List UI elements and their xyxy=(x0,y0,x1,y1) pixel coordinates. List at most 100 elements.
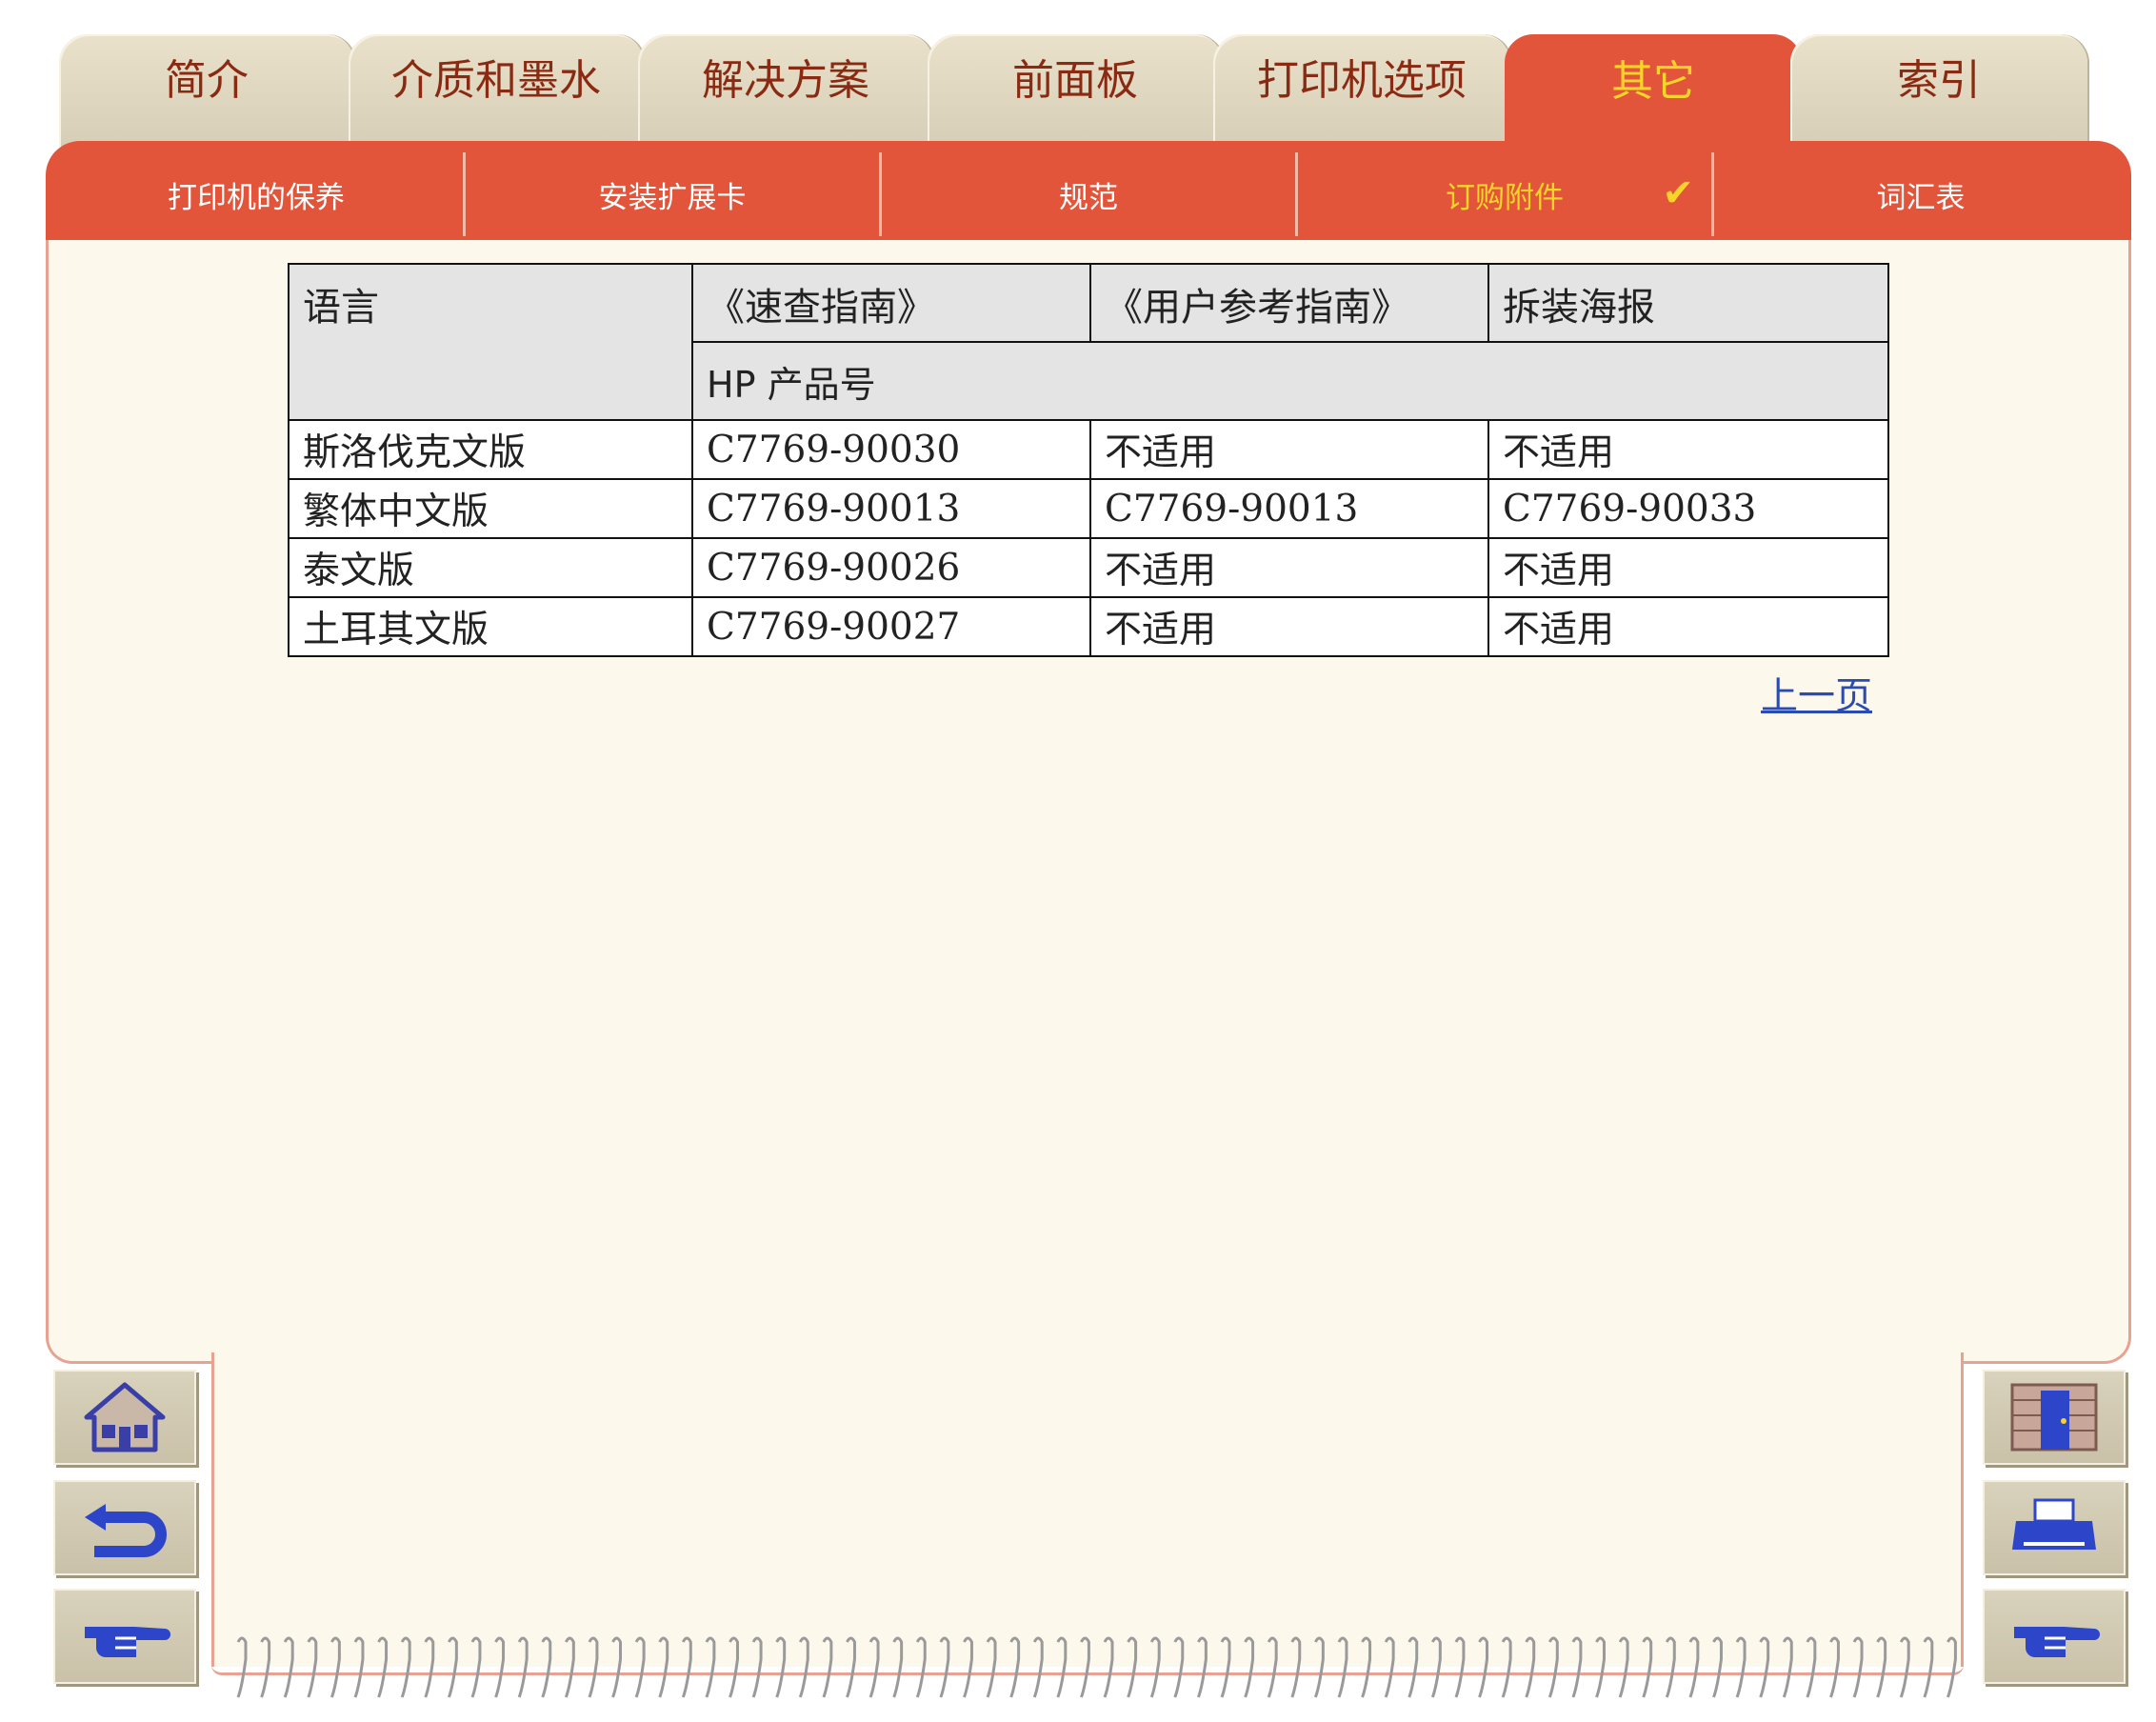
spiral-ring xyxy=(329,1636,341,1698)
spiral-ring xyxy=(1384,1636,1395,1698)
spiral-ring xyxy=(1899,1636,1910,1698)
spiral-ring xyxy=(588,1636,599,1698)
subnav-item-order-accessories[interactable]: 订购附件 ✔ xyxy=(1295,152,1711,236)
spiral-ring xyxy=(1876,1636,1887,1698)
spiral-ring xyxy=(915,1636,927,1698)
table-header-row: 语言 《速查指南》 《用户参考指南》 拆装海报 xyxy=(288,263,1889,421)
table-cell: 不适用 xyxy=(1487,537,1889,598)
spiral-ring xyxy=(1173,1636,1185,1698)
tab-media-ink[interactable]: 介质和墨水 xyxy=(349,34,644,147)
spiral-ring xyxy=(1501,1636,1512,1698)
table-cell: 不适用 xyxy=(1089,537,1489,598)
spiral-ring xyxy=(1525,1636,1536,1698)
spiral-ring xyxy=(1595,1636,1606,1698)
forward-button[interactable] xyxy=(1983,1589,2126,1684)
spiral-ring xyxy=(1712,1636,1723,1698)
table-cell: 不适用 xyxy=(1487,596,1889,657)
table-cell: C7769-90033 xyxy=(1487,478,1889,539)
spiral-ring xyxy=(1267,1636,1278,1698)
spiral-ring xyxy=(1759,1636,1770,1698)
spiral-ring xyxy=(1009,1636,1021,1698)
spiral-ring xyxy=(681,1636,692,1698)
spiral-ring xyxy=(236,1636,248,1698)
checkmark-icon: ✔ xyxy=(1662,171,1694,215)
brick-door-icon xyxy=(2010,1383,2098,1452)
subnav-item-specifications[interactable]: 规范 xyxy=(879,152,1295,236)
spiral-ring xyxy=(1244,1636,1255,1698)
table-cell: C7769-90027 xyxy=(691,596,1091,657)
content-panel-lower xyxy=(211,1352,1964,1667)
spiral-ring xyxy=(1618,1636,1629,1698)
tab-other[interactable]: 其它 xyxy=(1505,34,1802,149)
spiral-ring xyxy=(307,1636,318,1698)
home-icon xyxy=(84,1382,166,1452)
print-button[interactable] xyxy=(1983,1480,2126,1575)
subnav-item-printer-maintenance[interactable]: 打印机的保养 xyxy=(50,152,463,236)
pointing-hand-icon xyxy=(85,1627,170,1657)
spiral-ring xyxy=(1220,1636,1231,1698)
subnav-label: 订购附件 xyxy=(1446,180,1564,215)
spiral-ring xyxy=(424,1636,435,1698)
spiral-ring xyxy=(1149,1636,1161,1698)
spiral-ring xyxy=(400,1636,411,1698)
table-cell: 不适用 xyxy=(1089,419,1489,480)
tab-front-panel[interactable]: 前面板 xyxy=(928,34,1223,147)
pointing-hand-icon xyxy=(2014,1627,2100,1657)
spiral-ring xyxy=(447,1636,458,1698)
table-cell: C7769-90026 xyxy=(691,537,1091,598)
table-cell: C7769-90013 xyxy=(1089,478,1489,539)
spiral-ring xyxy=(377,1636,389,1698)
previous-page-link[interactable]: 上一页 xyxy=(1761,667,1872,720)
table-cell: C7769-90013 xyxy=(691,478,1091,539)
spiral-ring xyxy=(1571,1636,1583,1698)
table-cell: 泰文版 xyxy=(288,537,693,598)
spiral-ring xyxy=(1337,1636,1348,1698)
spiral-ring xyxy=(1032,1636,1044,1698)
spiral-ring xyxy=(564,1636,575,1698)
back-button[interactable] xyxy=(53,1480,196,1575)
table-cell: 不适用 xyxy=(1487,419,1889,480)
spiral-ring xyxy=(1923,1636,1934,1698)
spiral-ring xyxy=(517,1636,529,1698)
tab-intro[interactable]: 简介 xyxy=(59,34,354,147)
header-assembly-poster: 拆装海报 xyxy=(1487,263,1889,343)
spiral-ring xyxy=(1829,1636,1840,1698)
next-button[interactable] xyxy=(53,1589,196,1684)
spiral-ring xyxy=(868,1636,880,1698)
spiral-ring xyxy=(470,1636,482,1698)
spiral-ring xyxy=(1454,1636,1466,1698)
spiral-ring xyxy=(260,1636,271,1698)
subnav-label: 规范 xyxy=(1059,180,1118,215)
tab-solutions[interactable]: 解决方案 xyxy=(638,34,933,147)
table-cell: 土耳其文版 xyxy=(288,596,693,657)
header-user-guide: 《用户参考指南》 xyxy=(1089,263,1489,343)
spiral-ring xyxy=(1735,1636,1747,1698)
spiral-ring xyxy=(1806,1636,1817,1698)
spiral-ring xyxy=(283,1636,294,1698)
exit-button[interactable] xyxy=(1983,1370,2126,1465)
spiral-ring xyxy=(1782,1636,1793,1698)
table-cell: C7769-90030 xyxy=(691,419,1091,480)
spiral-ring xyxy=(1547,1636,1559,1698)
table-cell: 斯洛伐克文版 xyxy=(288,419,693,480)
tab-index[interactable]: 索引 xyxy=(1790,34,2087,147)
spiral-ring xyxy=(541,1636,552,1698)
spiral-ring xyxy=(1196,1636,1208,1698)
spiral-ring xyxy=(1852,1636,1864,1698)
subnav-item-install-card[interactable]: 安装扩展卡 xyxy=(463,152,879,236)
spiral-ring xyxy=(1079,1636,1090,1698)
spiral-ring xyxy=(846,1636,856,1698)
table-row: 斯洛伐克文版 C7769-90030 不适用 不适用 xyxy=(288,419,1889,480)
tab-printer-options[interactable]: 打印机选项 xyxy=(1213,34,1510,147)
table-row: 繁体中文版 C7769-90013 C7769-90013 C7769-9003… xyxy=(288,478,1889,539)
spiral-ring xyxy=(822,1636,833,1698)
printer-icon xyxy=(2012,1498,2096,1550)
subnav-item-glossary[interactable]: 词汇表 xyxy=(1711,152,2127,236)
spiral-ring xyxy=(611,1636,623,1698)
home-button[interactable] xyxy=(53,1370,196,1465)
spiral-ring xyxy=(986,1636,997,1698)
table-cell: 繁体中文版 xyxy=(288,478,693,539)
spiral-ring xyxy=(1103,1636,1114,1698)
spiral-ring xyxy=(939,1636,950,1698)
header-hp-part-number: HP 产品号 xyxy=(691,341,1889,421)
